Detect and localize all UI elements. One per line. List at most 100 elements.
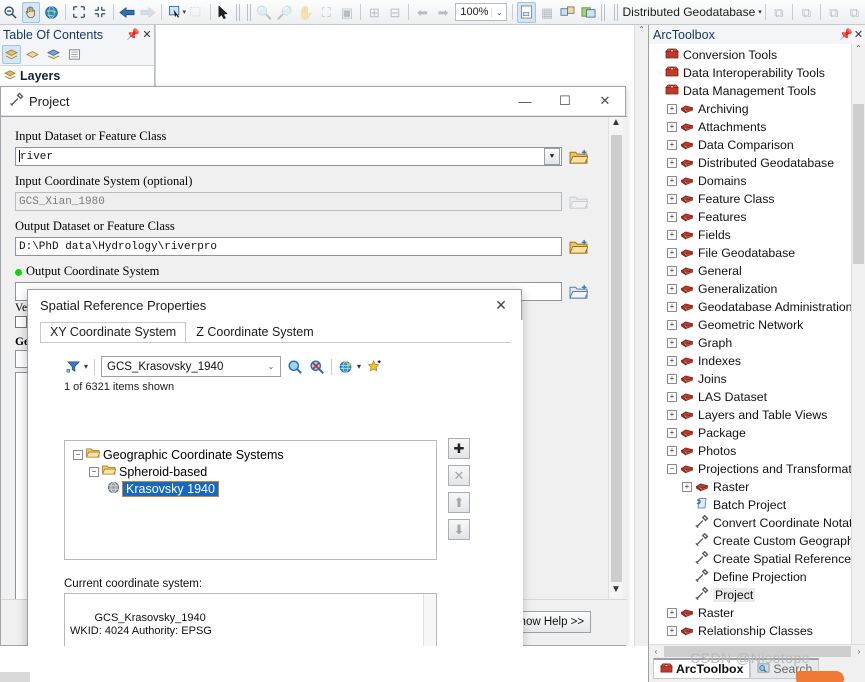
expander-expand-icon[interactable]: + [667, 392, 677, 402]
arctoolbox-item-domains[interactable]: + Domains [649, 172, 852, 190]
layout-zoom-100-icon[interactable]: ▣ [338, 2, 357, 23]
tab-xy-coordinate-system[interactable]: XY Coordinate System [40, 322, 187, 342]
arctoolbox-item-joins[interactable]: + Joins [649, 370, 852, 388]
layout-go-forward-icon[interactable]: ➡ [434, 2, 453, 23]
arctoolbox-item-conversion-tools[interactable]: Conversion Tools [649, 46, 852, 64]
vertical-checkbox[interactable] [15, 316, 27, 328]
arctoolbox-item-project[interactable]: Project [649, 586, 852, 604]
arctoolbox-item-geometric-network[interactable]: + Geometric Network [649, 316, 852, 334]
gp-scroll-down-icon[interactable]: ▼ [611, 584, 621, 600]
clear-selection-icon[interactable] [187, 2, 206, 23]
list-by-drawing-order-icon[interactable] [2, 45, 21, 64]
arctoolbox-item-file-geodatabase[interactable]: + File Geodatabase [649, 244, 852, 262]
expander-expand-icon[interactable]: + [667, 608, 677, 618]
expander-expand-icon[interactable]: + [667, 158, 677, 168]
move-down-button[interactable]: ⬇ [448, 519, 470, 540]
expander-expand-icon[interactable]: + [682, 482, 692, 492]
output-dataset-input[interactable]: D:\PhD data\Hydrology\riverpro [15, 237, 562, 256]
tree-node-krasovsky-1940[interactable]: Krasovsky 1940 [71, 480, 436, 497]
srp-close-button[interactable]: ✕ [481, 290, 521, 320]
arctoolbox-vertical-scrollbar[interactable]: ⌃ ⌄ [851, 44, 865, 658]
layout-zoom-whole-page-icon[interactable]: ⛶ [317, 2, 336, 23]
add-to-favorites-star-icon[interactable] [367, 359, 383, 375]
toolbar-overflow-grip-2[interactable] [600, 3, 606, 21]
arctoolbox-item-convert-coordinate-notation[interactable]: Convert Coordinate Notation [649, 514, 852, 532]
input-dataset-input[interactable]: river ▼ [15, 147, 562, 166]
full-extent-globe-icon[interactable] [42, 2, 61, 23]
expander-collapse-icon[interactable]: − [667, 464, 677, 474]
arctoolbox-item-projections-and-transformation[interactable]: − Projections and Transformation [649, 460, 852, 478]
expander-expand-icon[interactable]: + [667, 176, 677, 186]
arctoolbox-item-geodatabase-administration[interactable]: + Geodatabase Administration [649, 298, 852, 316]
arctoolbox-item-indexes[interactable]: + Indexes [649, 352, 852, 370]
remove-coordinate-system-button[interactable]: ✕ [448, 465, 470, 486]
expander-expand-icon[interactable]: + [667, 194, 677, 204]
fixed-zoom-in-icon[interactable] [70, 2, 89, 23]
globe-caret-icon[interactable]: ▾ [357, 362, 361, 371]
gp-scroll-up-icon[interactable]: ▲ [611, 117, 621, 133]
output-coordinate-system-browse-button[interactable] [567, 281, 589, 302]
toolbar-overflow-grip[interactable] [236, 3, 242, 21]
expander-expand-icon[interactable]: + [667, 284, 677, 294]
tab-z-coordinate-system[interactable]: Z Coordinate System [186, 322, 323, 342]
toc-layers-root[interactable]: Layers [0, 66, 154, 86]
create-replica-icon[interactable]: ⧉ [770, 2, 789, 23]
arctoolbox-item-define-projection[interactable]: Define Projection [649, 568, 852, 586]
arctoolbox-item-photos[interactable]: + Photos [649, 442, 852, 460]
list-by-selection-icon[interactable] [65, 45, 84, 64]
gdb-toolbar-grip[interactable] [613, 3, 619, 21]
expander-expand-icon[interactable]: + [667, 410, 677, 420]
arctoolbox-item-archiving[interactable]: + Archiving [649, 100, 852, 118]
layout-zoom-in-icon[interactable]: 🔍 [255, 2, 274, 23]
input-dataset-browse-button[interactable] [567, 146, 589, 167]
arctoolbox-item-distributed-geodatabase[interactable]: + Distributed Geodatabase [649, 154, 852, 172]
atb-scroll-thumb[interactable] [853, 104, 864, 264]
go-forward-extent-icon[interactable] [138, 2, 157, 23]
arctoolbox-tree[interactable]: Conversion Tools Data Interoperability To… [649, 44, 852, 658]
expander-expand-icon[interactable]: + [667, 428, 677, 438]
atb-hscroll-left-icon[interactable]: ‹ [649, 647, 663, 656]
arctoolbox-item-generalization[interactable]: + Generalization [649, 280, 852, 298]
arctoolbox-item-features[interactable]: + Features [649, 208, 852, 226]
atb-scroll-up-icon[interactable]: ⌃ [852, 44, 865, 58]
coordinate-system-search-input[interactable]: GCS_Krasovsky_1940 ⌄ [101, 356, 282, 377]
pan-hand-icon[interactable] [21, 1, 41, 23]
arctoolbox-item-raster[interactable]: + Raster [649, 478, 852, 496]
list-by-source-icon[interactable] [23, 45, 42, 64]
expander-collapse-icon[interactable]: − [73, 449, 83, 460]
arctoolbox-item-raster[interactable]: + Raster [649, 604, 852, 622]
arctoolbox-item-data-comparison[interactable]: + Data Comparison [649, 136, 852, 154]
filter-caret-icon[interactable]: ▾ [84, 362, 88, 371]
close-icon[interactable]: ✕ [852, 28, 865, 41]
tree-node-geographic-coordinate-systems[interactable]: − Geographic Coordinate Systems [71, 446, 436, 463]
arctoolbox-item-feature-class[interactable]: + Feature Class [649, 190, 852, 208]
expander-expand-icon[interactable]: + [667, 338, 677, 348]
expander-expand-icon[interactable]: + [667, 356, 677, 366]
expander-expand-icon[interactable]: + [667, 122, 677, 132]
arctoolbox-item-relationship-classes[interactable]: + Relationship Classes [649, 622, 852, 640]
zoom-out-icon[interactable] [1, 2, 20, 23]
list-by-visibility-icon[interactable] [44, 45, 63, 64]
pin-icon[interactable]: 📌 [126, 28, 140, 41]
layout-go-back-icon[interactable]: ⬅ [413, 2, 432, 23]
arctoolbox-item-data-management-tools[interactable]: Data Management Tools [649, 82, 852, 100]
input-dataset-dropdown-icon[interactable]: ▼ [544, 148, 560, 165]
layout-pan-icon[interactable]: ✋ [296, 2, 315, 23]
expander-expand-icon[interactable]: + [667, 230, 677, 240]
arctoolbox-item-batch-project[interactable]: Batch Project [649, 496, 852, 514]
gdb-menu-caret-icon[interactable]: ▾ [758, 8, 762, 16]
zoom-level-combo[interactable]: 100% ⌄ [455, 3, 508, 21]
arctoolbox-item-layers-and-table-views[interactable]: + Layers and Table Views [649, 406, 852, 424]
distributed-geodatabase-menu[interactable]: Distributed Geodatabase [621, 5, 758, 19]
focus-data-frame-icon[interactable] [517, 1, 536, 23]
toolbar-drag-grip[interactable] [247, 3, 253, 21]
expander-expand-icon[interactable]: + [667, 140, 677, 150]
gp-scroll-thumb[interactable] [610, 135, 622, 582]
search-magnifier-icon[interactable] [287, 359, 303, 375]
project-dialog-titlebar[interactable]: Project — ☐ ✕ [1, 87, 625, 116]
output-dataset-browse-button[interactable] [567, 236, 589, 257]
expander-expand-icon[interactable]: + [667, 212, 677, 222]
add-coordinate-system-button[interactable]: ✚ [448, 438, 470, 459]
expander-collapse-icon[interactable]: − [89, 466, 99, 477]
arctoolbox-item-fields[interactable]: + Fields [649, 226, 852, 244]
